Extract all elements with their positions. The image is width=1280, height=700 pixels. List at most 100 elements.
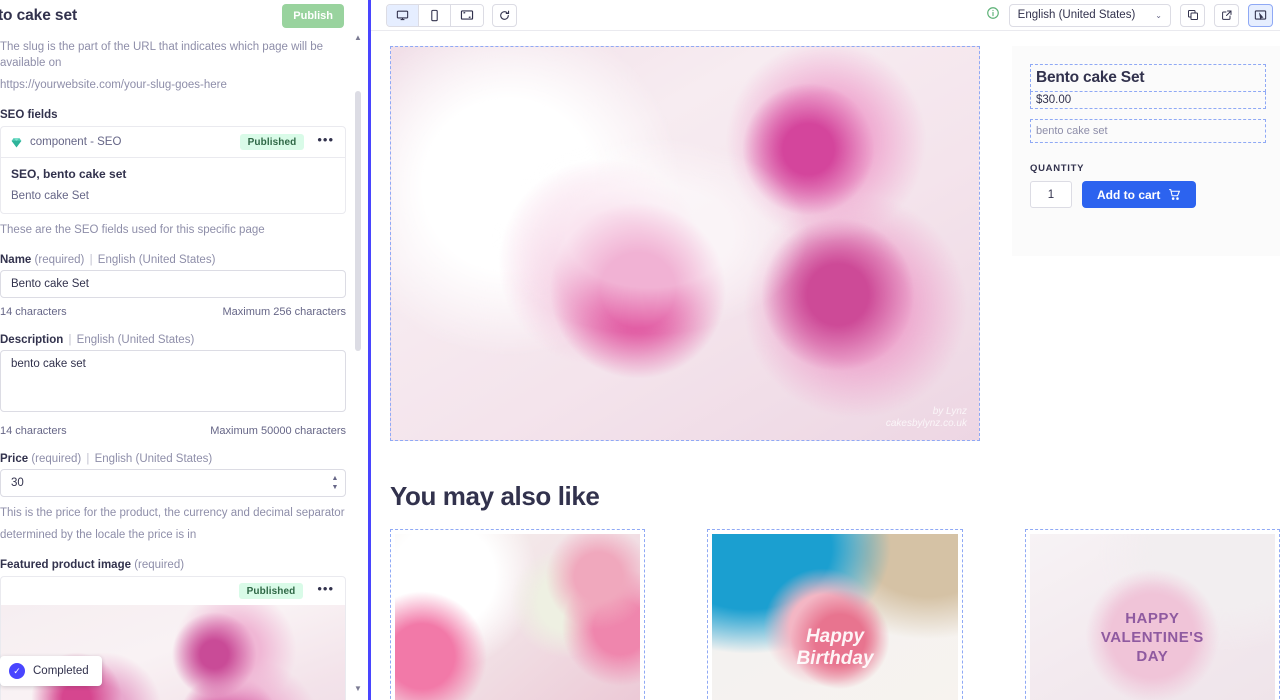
related-card-pink-heart-cake[interactable] bbox=[390, 529, 646, 700]
editor-scrollbar[interactable]: ▲ ▼ bbox=[354, 33, 362, 693]
related-card-happy-birthday-cake[interactable]: Happy Birthday bbox=[707, 529, 963, 700]
check-icon: ✓ bbox=[9, 663, 25, 679]
seo-component-title: SEO, bento cake set bbox=[11, 167, 127, 181]
info-icon[interactable] bbox=[986, 6, 1000, 25]
description-char-count: 14 characters bbox=[0, 425, 67, 437]
editor-scroll-body: The slug is the part of the URL that ind… bbox=[0, 31, 368, 700]
featured-image-menu-icon[interactable]: ••• bbox=[311, 582, 336, 597]
description-locale-text: English (United States) bbox=[76, 334, 195, 346]
price-label-separator: | bbox=[86, 453, 90, 465]
quantity-label: QUANTITY bbox=[1030, 163, 1085, 174]
name-label-text: Name bbox=[0, 254, 32, 266]
description-char-max: Maximum 50000 characters bbox=[210, 425, 346, 437]
seo-component-header: component - SEO Published ••• bbox=[1, 127, 345, 158]
chevron-down-icon: ⌄ bbox=[1155, 10, 1162, 20]
seo-component-card[interactable]: component - SEO Published ••• SEO, bento… bbox=[0, 126, 346, 214]
seo-component-menu-icon[interactable]: ••• bbox=[311, 133, 336, 148]
price-stepper[interactable]: ▲ ▼ bbox=[325, 470, 345, 496]
preview-toolbar-right: English (United States) ⌄ bbox=[986, 3, 1273, 27]
related-card-image: HAPPY VALENTINE'S DAY bbox=[1029, 534, 1275, 700]
price-label-text: Price bbox=[0, 453, 29, 465]
stepper-down-icon[interactable]: ▼ bbox=[332, 483, 339, 492]
related-section-heading: You may also like bbox=[390, 481, 600, 511]
price-hint-line1: This is the price for the product, the c… bbox=[0, 507, 345, 519]
seo-fields-label: SEO fields bbox=[0, 109, 58, 121]
preview-panel: English (United States) ⌄ by Lynz cakesb… bbox=[368, 0, 1280, 700]
preview-toolbar-left bbox=[386, 3, 517, 27]
status-badge: Published bbox=[239, 134, 305, 150]
cursor-select-icon[interactable] bbox=[1248, 3, 1273, 27]
name-counter-row: 14 characters Maximum 256 characters bbox=[0, 306, 346, 318]
scroll-up-arrow-icon[interactable]: ▲ bbox=[354, 33, 362, 42]
hero-image-column: by Lynz cakesbylynz.co.uk bbox=[368, 46, 980, 441]
gem-icon bbox=[11, 137, 22, 147]
related-card-image: Happy Birthday bbox=[712, 534, 958, 700]
description-label-separator: | bbox=[68, 334, 72, 346]
publish-button[interactable]: Publish bbox=[282, 3, 344, 28]
related-card-valentines-cake[interactable]: HAPPY VALENTINE'S DAY bbox=[1024, 529, 1280, 700]
product-hero-image[interactable]: by Lynz cakesbylynz.co.uk bbox=[390, 46, 980, 441]
featured-image-required-text: (required) bbox=[134, 559, 185, 571]
featured-image-card-header: Published ••• bbox=[1, 577, 345, 605]
description-counter-row: 14 characters Maximum 50000 characters bbox=[0, 425, 346, 437]
product-price[interactable]: $30.00 bbox=[1030, 92, 1266, 109]
related-card-image bbox=[395, 534, 641, 700]
description-textarea[interactable] bbox=[0, 350, 346, 412]
name-char-count: 14 characters bbox=[0, 306, 67, 318]
featured-image-label-text: Featured product image bbox=[0, 559, 131, 571]
seo-component-body: SEO, bento cake set Bento cake Set bbox=[1, 158, 345, 213]
quantity-and-cart-row: Add to cart bbox=[1030, 181, 1266, 208]
description-field-label: Description | English (United States) bbox=[0, 334, 346, 346]
description-label-text: Description bbox=[0, 334, 64, 346]
watermark-line1: by Lynz bbox=[932, 406, 967, 417]
scroll-down-arrow-icon[interactable]: ▼ bbox=[354, 684, 362, 693]
panel-resize-divider[interactable] bbox=[368, 0, 371, 700]
name-locale-text: English (United States) bbox=[97, 254, 216, 266]
name-field-label: Name (required) | English (United States… bbox=[0, 254, 346, 266]
duplicate-icon[interactable] bbox=[1180, 3, 1205, 27]
fullscreen-icon[interactable] bbox=[451, 4, 483, 26]
preview-stage: by Lynz cakesbylynz.co.uk Bento cake Set… bbox=[368, 31, 1280, 700]
name-label-separator: | bbox=[89, 254, 93, 266]
product-detail-row: by Lynz cakesbylynz.co.uk Bento cake Set… bbox=[368, 31, 1280, 441]
scrollbar-thumb[interactable] bbox=[355, 91, 361, 351]
add-to-cart-label: Add to cart bbox=[1097, 187, 1161, 202]
price-input[interactable] bbox=[0, 469, 346, 497]
product-info-panel: Bento cake Set $30.00 bento cake set QUA… bbox=[1012, 46, 1280, 256]
app-root: to cake set Publish The slug is the part… bbox=[0, 0, 1280, 700]
featured-image-status-badge: Published bbox=[238, 583, 304, 599]
name-char-max: Maximum 256 characters bbox=[222, 306, 347, 318]
product-description[interactable]: bento cake set bbox=[1030, 119, 1266, 143]
image-watermark: by Lynz cakesbylynz.co.uk bbox=[886, 406, 967, 430]
name-input[interactable] bbox=[0, 270, 346, 298]
related-products-grid: Happy Birthday HAPPY VALENTINE'S DAY bbox=[390, 529, 1280, 700]
completed-toast-label: Completed bbox=[33, 665, 89, 677]
price-field-label: Price (required) | English (United State… bbox=[0, 453, 346, 465]
quantity-input[interactable] bbox=[1030, 181, 1072, 208]
add-to-cart-button[interactable]: Add to cart bbox=[1082, 181, 1197, 208]
price-required-text: (required) bbox=[31, 453, 82, 465]
device-size-group[interactable] bbox=[386, 3, 484, 27]
seo-component-subtitle: Bento cake Set bbox=[11, 190, 89, 202]
page-title: to cake set bbox=[0, 6, 78, 24]
language-select[interactable]: English (United States) ⌄ bbox=[1008, 3, 1171, 27]
watermark-line2: cakesbylynz.co.uk bbox=[885, 418, 967, 429]
desktop-icon[interactable] bbox=[387, 4, 419, 26]
name-required-text: (required) bbox=[34, 254, 85, 266]
external-link-icon[interactable] bbox=[1214, 3, 1239, 27]
slug-hint-line1: The slug is the part of the URL that ind… bbox=[0, 41, 324, 69]
stepper-up-icon[interactable]: ▲ bbox=[332, 474, 339, 483]
mobile-icon[interactable] bbox=[419, 4, 451, 26]
language-select-value: English (United States) bbox=[1017, 9, 1136, 21]
price-locale-text: English (United States) bbox=[94, 453, 213, 465]
featured-image-label: Featured product image (required) bbox=[0, 559, 346, 571]
product-title[interactable]: Bento cake Set bbox=[1030, 64, 1266, 92]
refresh-icon[interactable] bbox=[492, 3, 517, 27]
price-hint-line2: determined by the locale the price is in bbox=[0, 529, 197, 541]
related-card-caption: HAPPY VALENTINE'S DAY bbox=[1100, 609, 1204, 665]
editor-header: to cake set Publish bbox=[0, 0, 368, 31]
content-editor-panel: to cake set Publish The slug is the part… bbox=[0, 0, 368, 700]
completed-toast: ✓ Completed bbox=[0, 656, 102, 686]
price-input-wrapper: ▲ ▼ bbox=[0, 469, 346, 497]
preview-toolbar: English (United States) ⌄ bbox=[368, 0, 1280, 31]
